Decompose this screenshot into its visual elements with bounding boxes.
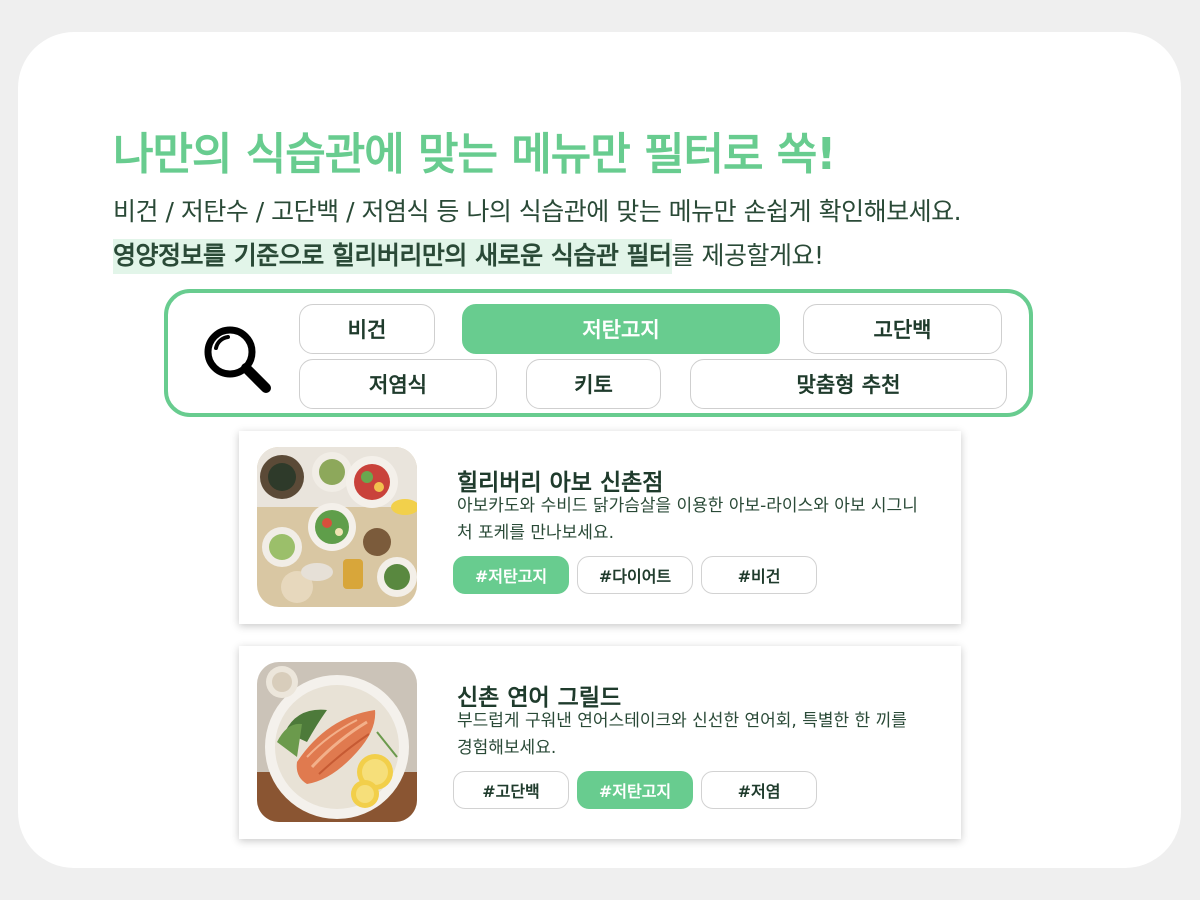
restaurant-thumbnail bbox=[257, 662, 417, 822]
filter-chip-low-carb-high-fat[interactable]: 저탄고지 bbox=[462, 304, 780, 354]
restaurant-card[interactable]: 신촌 연어 그릴드 부드럽게 구워낸 연어스테이크와 신선한 연어회, 특별한 … bbox=[239, 646, 961, 839]
filter-chip-vegan[interactable]: 비건 bbox=[299, 304, 435, 354]
tag-low-sodium[interactable]: #저염 bbox=[701, 771, 817, 809]
search-icon[interactable] bbox=[200, 322, 272, 394]
tag-vegan[interactable]: #비건 bbox=[701, 556, 817, 594]
tag-diet[interactable]: #다이어트 bbox=[577, 556, 693, 594]
filter-chip-custom-recommendation[interactable]: 맞춤형 추천 bbox=[690, 359, 1007, 409]
restaurant-description: 부드럽게 구워낸 연어스테이크와 신선한 연어회, 특별한 한 끼를 경험해보세… bbox=[457, 711, 907, 758]
restaurant-name: 힐리버리 아보 신촌점 bbox=[457, 470, 664, 496]
subtitle-line-2: 영양정보를 기준으로 힐리버리만의 새로운 식습관 필터를 제공할게요! bbox=[113, 236, 824, 274]
tag-high-protein[interactable]: #고단백 bbox=[453, 771, 569, 809]
restaurant-name: 신촌 연어 그릴드 bbox=[457, 685, 622, 711]
restaurant-thumbnail bbox=[257, 447, 417, 607]
filter-chip-low-sodium[interactable]: 저염식 bbox=[299, 359, 497, 409]
filter-chip-high-protein[interactable]: 고단백 bbox=[803, 304, 1002, 354]
tag-low-carb-high-fat[interactable]: #저탄고지 bbox=[577, 771, 693, 809]
tag-low-carb-high-fat[interactable]: #저탄고지 bbox=[453, 556, 569, 594]
subtitle-rest: 를 제공할게요! bbox=[671, 241, 824, 270]
subtitle-highlight: 영양정보를 기준으로 힐리버리만의 새로운 식습관 필터 bbox=[113, 239, 672, 274]
headline: 나만의 식습관에 맞는 메뉴만 필터로 쏙! bbox=[113, 129, 836, 180]
restaurant-card[interactable]: 힐리버리 아보 신촌점 아보카도와 수비드 닭가슴살을 이용한 아보-라이스와 … bbox=[239, 431, 961, 624]
filter-chip-keto[interactable]: 키토 bbox=[526, 359, 661, 409]
restaurant-description: 아보카도와 수비드 닭가슴살을 이용한 아보-라이스와 아보 시그니처 포케를 … bbox=[457, 496, 918, 543]
subtitle-line-1: 비건 / 저탄수 / 고단백 / 저염식 등 나의 식습관에 맞는 메뉴만 손쉽… bbox=[113, 197, 962, 226]
